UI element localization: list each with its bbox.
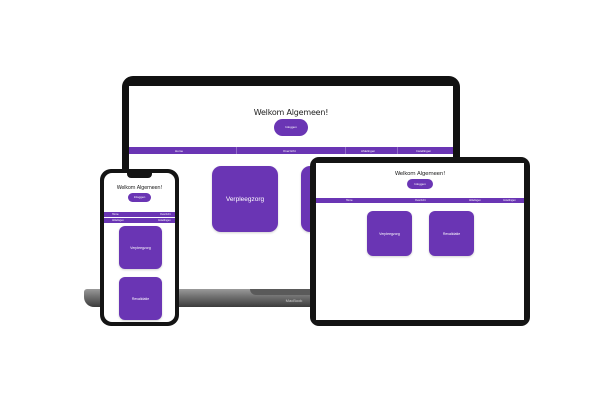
tile-verpleegzorg[interactable]: Verpleegzorg (367, 211, 412, 256)
phone-notch (127, 173, 152, 178)
tile-revalidatie[interactable]: Revalidatie (429, 211, 474, 256)
tile-label: Revalidatie (442, 231, 461, 236)
nav-item-departments[interactable]: Afdelingen (469, 198, 481, 203)
page-title: Welkom Algemeen! (253, 108, 329, 117)
laptop-brand: MacBook (285, 298, 303, 303)
page-title: Welkom Algemeen! (116, 185, 163, 191)
nav-item-settings[interactable]: Instellingen (503, 198, 516, 203)
navbar-row-1: Home Overzicht (104, 212, 175, 217)
nav-item-overview[interactable]: Overzicht (160, 212, 171, 217)
tile-verpleegzorg[interactable]: Verpleegzorg (212, 166, 278, 232)
login-button[interactable]: Inloggen (128, 193, 151, 202)
tile-label: Revalidatie (131, 296, 150, 301)
nav-item-home[interactable]: Home (175, 147, 183, 154)
nav-item-home[interactable]: Home (346, 198, 353, 203)
tile-label: Verpleegzorg (379, 231, 400, 236)
navbar: Home Overzicht Afdelingen Instellingen (129, 147, 453, 154)
nav-item-departments[interactable]: Afdelingen (112, 218, 124, 223)
login-button[interactable]: Inloggen (407, 179, 433, 189)
login-button[interactable]: Inloggen (274, 119, 308, 136)
nav-item-departments[interactable]: Afdelingen (361, 147, 375, 154)
tablet-screen: Welkom Algemeen! Inloggen Home Overzicht… (316, 163, 524, 320)
tile-label: Verpleegzorg (225, 195, 265, 203)
navbar: Home Overzicht Afdelingen Instellingen (316, 198, 524, 203)
tile-label: Verpleegzorg (130, 245, 151, 250)
nav-item-settings[interactable]: Instellingen (158, 218, 171, 223)
nav-item-settings[interactable]: Instellingen (416, 147, 431, 154)
nav-item-overview[interactable]: Overzicht (415, 198, 426, 203)
tile-revalidatie[interactable]: Revalidatie (119, 277, 162, 320)
navbar-row-2: Afdelingen Instellingen (104, 218, 175, 223)
nav-item-home[interactable]: Home (112, 212, 119, 217)
page-title: Welkom Algemeen! (394, 171, 446, 177)
nav-item-overview[interactable]: Overzicht (283, 147, 296, 154)
phone-screen: Welkom Algemeen! Inloggen Home Overzicht… (104, 173, 175, 322)
tile-verpleegzorg[interactable]: Verpleegzorg (119, 226, 162, 269)
